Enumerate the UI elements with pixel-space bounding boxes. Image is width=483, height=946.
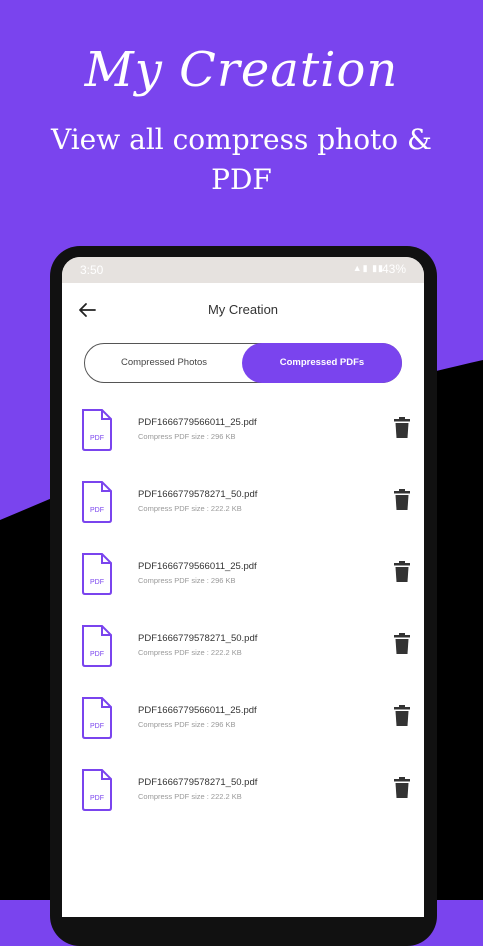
list-item[interactable]: PDF PDF1666779578271_50.pdf Compress PDF… [62,613,424,685]
trash-icon[interactable] [392,417,412,439]
file-size: Compress PDF size : 296 KB [138,576,236,585]
pdf-file-icon: PDF [82,769,112,811]
svg-text:PDF: PDF [90,651,104,658]
pdf-file-icon: PDF [82,409,112,451]
battery-level: 43% [381,262,406,276]
file-list: PDF PDF1666779566011_25.pdf Compress PDF… [62,397,424,829]
file-name: PDF1666779578271_50.pdf [138,777,258,788]
file-name: PDF1666779578271_50.pdf [138,489,258,500]
promo-subtitle: View all compress photo & PDF [51,123,432,196]
file-name: PDF1666779578271_50.pdf [138,633,258,644]
list-item[interactable]: PDF PDF1666779566011_25.pdf Compress PDF… [62,541,424,613]
list-item[interactable]: PDF PDF1666779566011_25.pdf Compress PDF… [62,397,424,469]
trash-icon[interactable] [392,633,412,655]
file-size: Compress PDF size : 296 KB [138,720,236,729]
svg-text:PDF: PDF [90,579,104,586]
svg-text:PDF: PDF [90,435,104,442]
promo-title: My Creation [84,42,399,98]
list-item[interactable]: PDF PDF1666779566011_25.pdf Compress PDF… [62,685,424,757]
pdf-file-icon: PDF [82,553,112,595]
tab-toggle: Compressed Photos Compressed PDFs [84,343,402,383]
file-size: Compress PDF size : 222.2 KB [138,648,242,657]
trash-icon[interactable] [392,561,412,583]
list-item[interactable]: PDF PDF1666779578271_50.pdf Compress PDF… [62,757,424,829]
status-bar: 3:50 ▲▮ ▮▮ 43% [62,257,424,283]
signal-icons: ▲▮ ▮▮ [352,263,384,273]
trash-icon[interactable] [392,489,412,511]
file-size: Compress PDF size : 222.2 KB [138,504,242,513]
file-name: PDF1666779566011_25.pdf [138,705,257,716]
file-name: PDF1666779566011_25.pdf [138,417,257,428]
page-title: My Creation [207,302,279,317]
pdf-file-icon: PDF [82,481,112,523]
svg-text:PDF: PDF [90,795,104,802]
trash-icon[interactable] [392,705,412,727]
file-name: PDF1666779566011_25.pdf [138,561,257,572]
list-item[interactable]: PDF PDF1666779578271_50.pdf Compress PDF… [62,469,424,541]
file-size: Compress PDF size : 296 KB [138,432,236,441]
status-time: 3:50 [80,263,104,277]
svg-text:PDF: PDF [90,723,104,730]
trash-icon[interactable] [392,777,412,799]
app-screen: 3:50 ▲▮ ▮▮ 43% My Creation Compressed Ph… [62,257,424,917]
tab-compressed-pdfs[interactable]: Compressed PDFs [242,343,402,383]
svg-text:PDF: PDF [90,507,104,514]
pdf-file-icon: PDF [82,697,112,739]
pdf-file-icon: PDF [82,625,112,667]
file-size: Compress PDF size : 222.2 KB [138,792,242,801]
tab-compressed-photos[interactable]: Compressed Photos [85,344,243,382]
